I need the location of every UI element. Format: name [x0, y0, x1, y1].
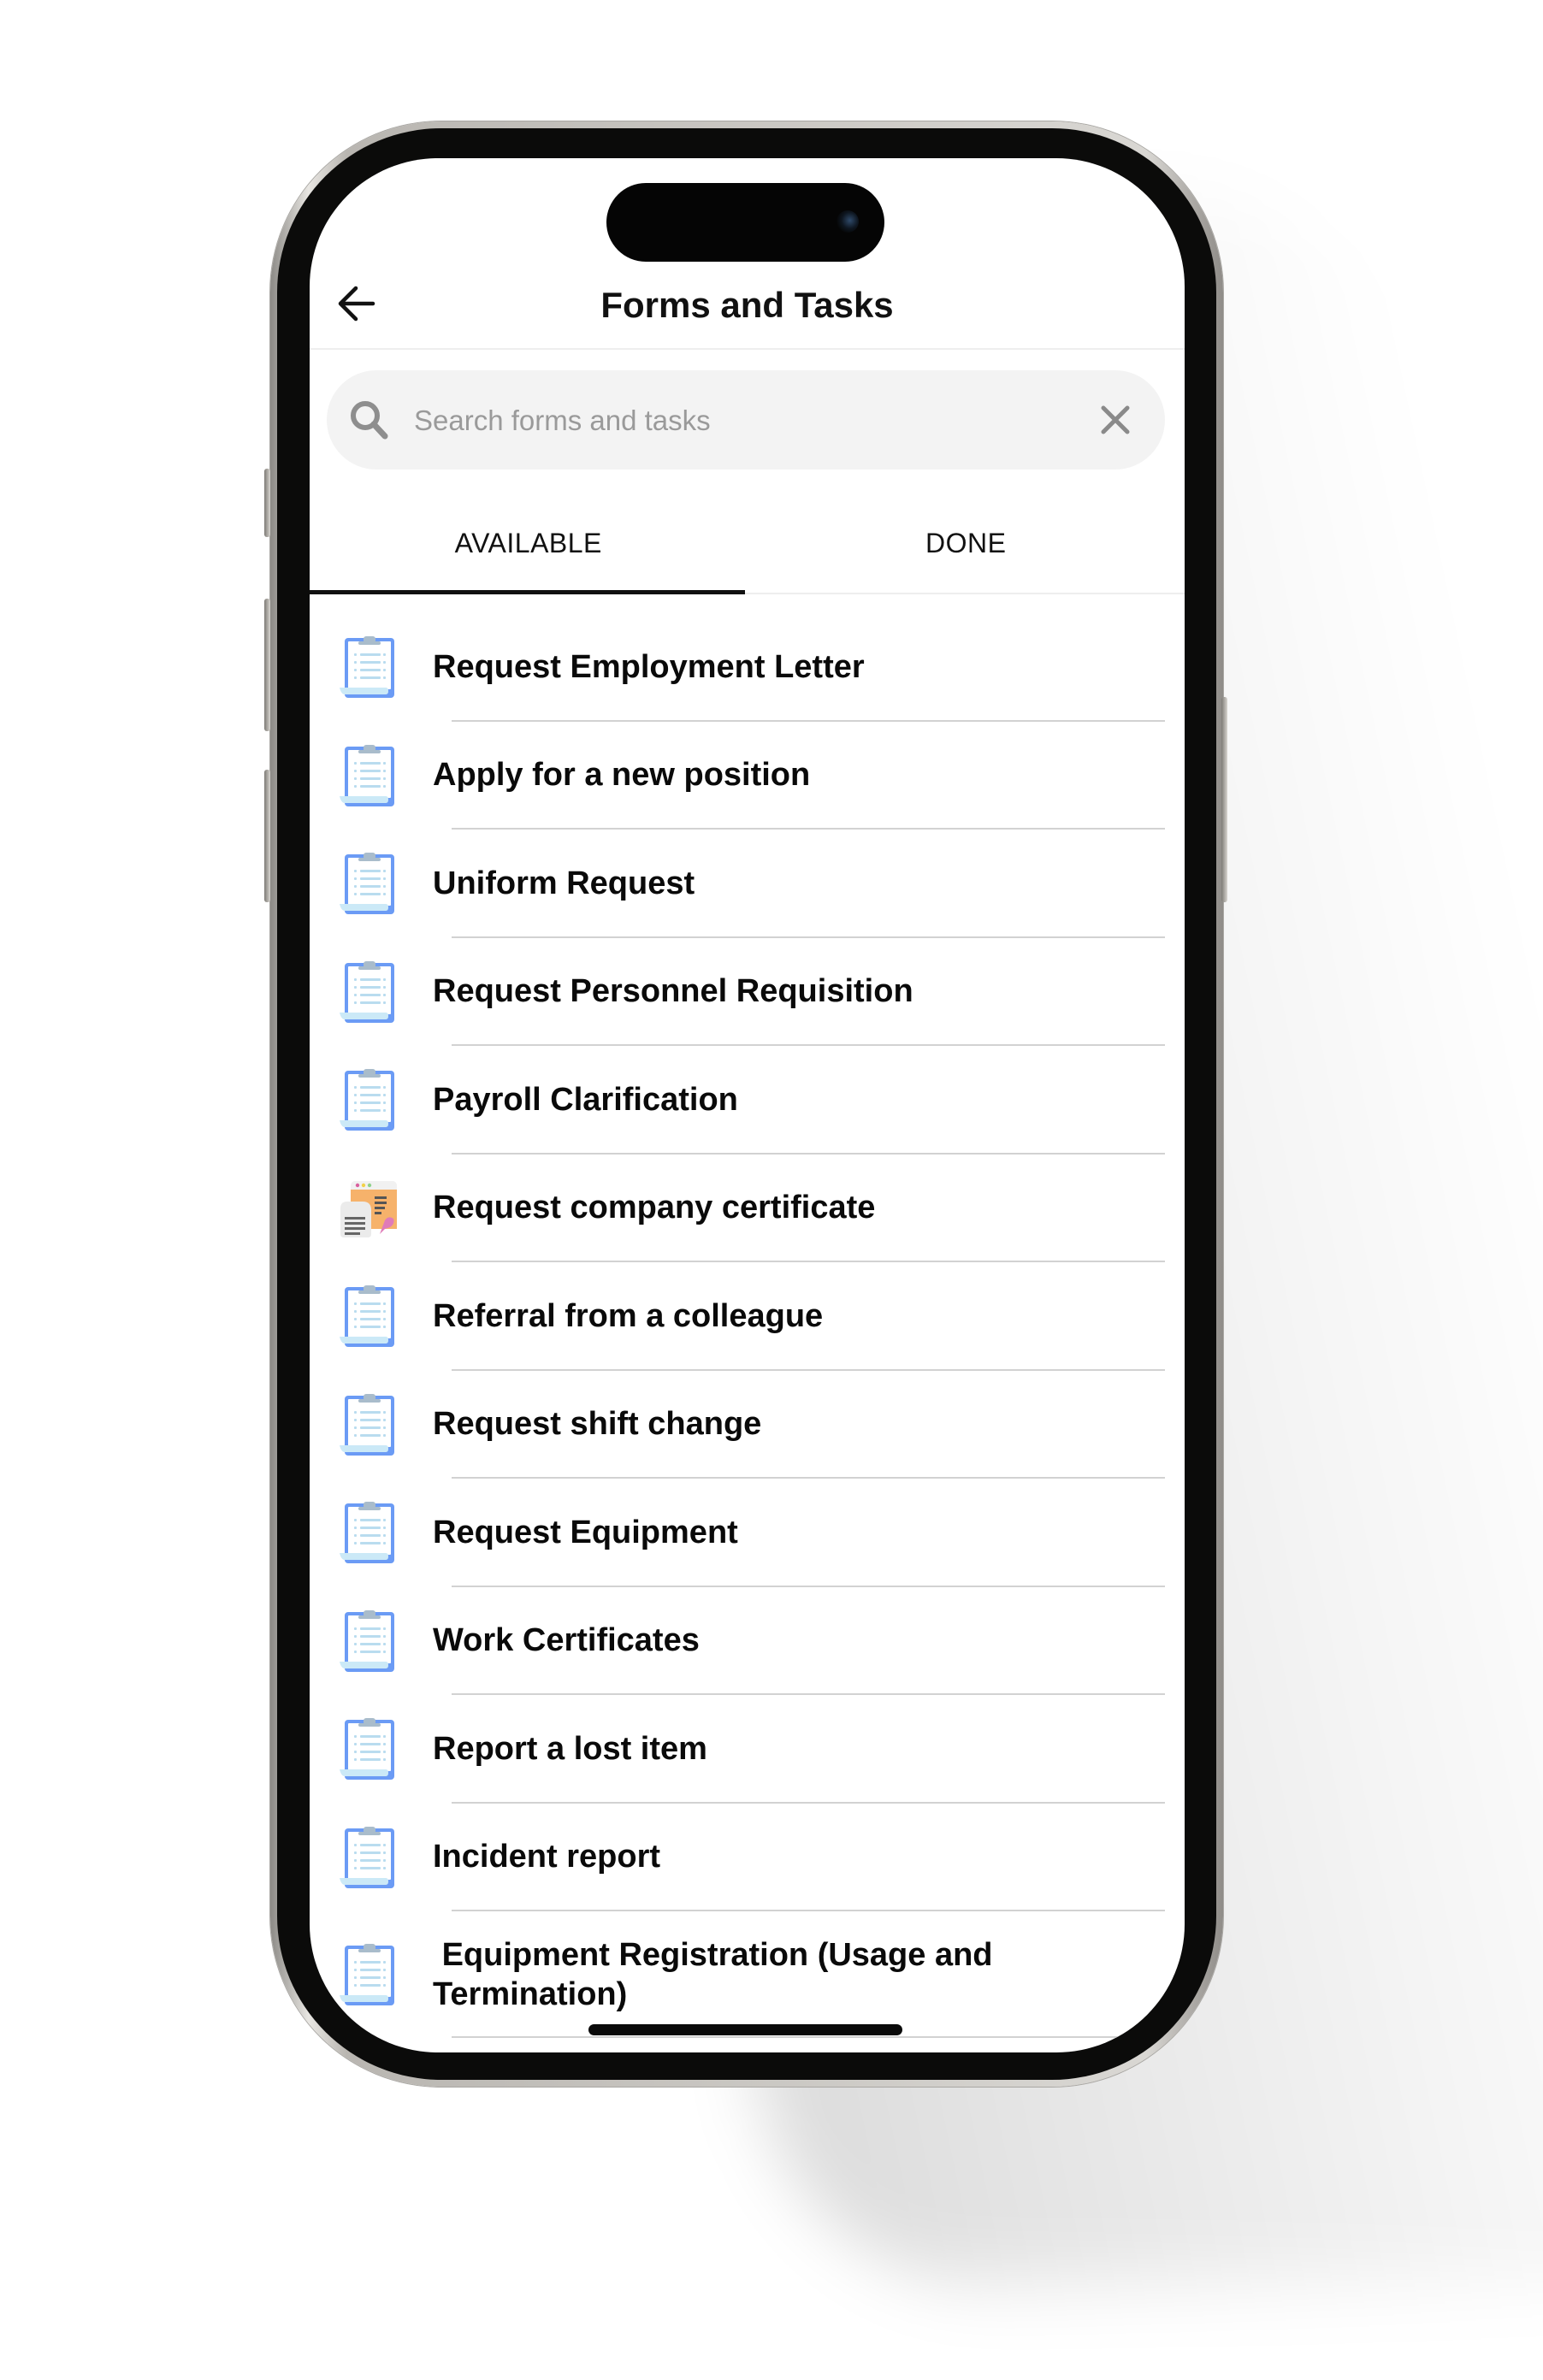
page-title: Forms and Tasks [600, 285, 894, 325]
tab-available[interactable]: AVAILABLE [310, 505, 748, 593]
form-item-label: Incident report [433, 1839, 661, 1875]
form-list-item[interactable]: Request shift change [310, 1371, 1185, 1479]
clipboard-icon [337, 1393, 399, 1456]
forms-list: Request Employment Letter Apply for a ne… [310, 613, 1185, 2038]
clipboard-icon [337, 1069, 399, 1131]
clipboard-icon [337, 960, 399, 1023]
form-list-item[interactable]: Work Certificates [310, 1587, 1185, 1695]
form-item-label: Work Certificates [433, 1622, 700, 1659]
form-list-item[interactable]: Payroll Clarification [310, 1046, 1185, 1155]
form-list-item[interactable]: Request Employment Letter [310, 613, 1185, 722]
form-item-label: Payroll Clarification [433, 1081, 738, 1118]
form-list-item[interactable]: Request Equipment [310, 1479, 1185, 1587]
form-list-item[interactable]: Request company certificate [310, 1155, 1185, 1262]
form-item-label: Report a lost item [433, 1730, 707, 1767]
camera-lens [837, 210, 859, 233]
form-item-label: Request Employment Letter [433, 648, 865, 685]
tab-done-label: DONE [925, 528, 1007, 558]
certificate-icon [337, 1178, 399, 1239]
app-screen: Forms and Tasks AVAILABLE DONE [310, 158, 1185, 2052]
form-item-label: Request shift change [433, 1406, 762, 1443]
form-list-item[interactable]: Uniform Request [310, 830, 1185, 938]
tab-bar: AVAILABLE DONE [310, 505, 1185, 594]
clipboard-icon [337, 1718, 399, 1780]
search-icon [351, 401, 388, 440]
clipboard-icon [337, 1826, 399, 1888]
clipboard-icon [337, 636, 399, 698]
form-item-label: Referral from a colleague [433, 1297, 824, 1334]
close-icon[interactable] [1097, 401, 1134, 439]
clipboard-icon [337, 1609, 399, 1672]
tab-available-label: AVAILABLE [454, 528, 602, 558]
volume-down-button [264, 770, 270, 902]
tab-done[interactable]: DONE [748, 505, 1185, 593]
search-input[interactable] [412, 394, 1066, 447]
form-list-item[interactable]: Incident report [310, 1804, 1185, 1911]
form-list-item[interactable]: Equipment Registration (Usage and Termin… [310, 1911, 1185, 2038]
form-list-item[interactable]: Report a lost item [310, 1695, 1185, 1804]
dynamic-island [606, 183, 884, 262]
form-item-label: Equipment Registration (Usage and Termin… [433, 1937, 1002, 2012]
search-bar [327, 370, 1165, 470]
form-item-label: Uniform Request [433, 865, 695, 901]
form-item-label: Request Personnel Requisition [433, 973, 913, 1010]
clipboard-icon [337, 744, 399, 806]
form-list-item[interactable]: Referral from a colleague [310, 1262, 1185, 1371]
active-tab-indicator [310, 590, 745, 594]
form-list-item[interactable]: Request Personnel Requisition [310, 938, 1185, 1046]
row-divider [452, 2036, 1165, 2038]
form-item-label: Apply for a new position [433, 757, 811, 794]
clipboard-icon [337, 853, 399, 914]
power-button [1221, 697, 1227, 902]
clipboard-icon [337, 1285, 399, 1347]
form-list-item[interactable]: Apply for a new position [310, 722, 1185, 830]
volume-up-button [264, 599, 270, 731]
home-indicator[interactable] [588, 2024, 902, 2035]
action-button [264, 469, 270, 537]
clipboard-icon [337, 1502, 399, 1563]
clipboard-icon [337, 1944, 399, 2005]
form-item-label: Request Equipment [433, 1514, 738, 1550]
app-header: Forms and Tasks [310, 261, 1185, 350]
form-item-label: Request company certificate [433, 1190, 876, 1226]
